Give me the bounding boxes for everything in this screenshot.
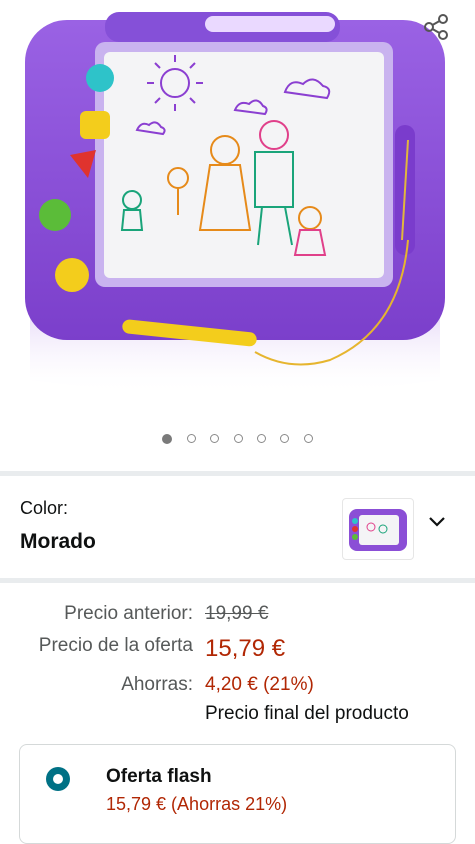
savings-value: 4,20 € (21%) bbox=[205, 674, 314, 695]
carousel-dot[interactable] bbox=[233, 434, 243, 444]
offer-price-row: Precio de la oferta 15,79 € bbox=[0, 635, 475, 669]
product-image bbox=[25, 12, 445, 395]
chevron-down-icon[interactable] bbox=[428, 515, 446, 529]
final-price-note: Precio final del producto bbox=[205, 703, 409, 724]
section-divider bbox=[0, 578, 475, 583]
share-icon[interactable] bbox=[421, 12, 451, 42]
flash-offer-option[interactable]: Oferta flash 15,79 € (Ahorras 21%) bbox=[19, 744, 456, 844]
savings-label: Ahorras: bbox=[121, 674, 193, 695]
color-variant-selector[interactable]: Color: Morado bbox=[0, 480, 475, 578]
section-divider bbox=[0, 471, 475, 476]
offer-subtitle: 15,79 € (Ahorras 21%) bbox=[106, 794, 288, 814]
color-label: Color: bbox=[20, 498, 69, 518]
carousel-dot[interactable] bbox=[256, 434, 266, 444]
previous-price-label: Precio anterior: bbox=[64, 603, 193, 624]
offer-price-label: Precio de la oferta bbox=[38, 635, 193, 656]
radio-selected-icon[interactable] bbox=[46, 767, 70, 791]
carousel-dot[interactable] bbox=[162, 433, 173, 444]
previous-price-row: Precio anterior: 19,99 € bbox=[0, 603, 475, 637]
color-swatch-thumbnail[interactable] bbox=[342, 498, 414, 560]
offer-title: Oferta flash bbox=[106, 766, 212, 787]
carousel-indicator[interactable] bbox=[0, 430, 475, 448]
carousel-dot[interactable] bbox=[303, 434, 313, 444]
product-image-carousel[interactable] bbox=[0, 0, 475, 410]
previous-price-value: 19,99 € bbox=[205, 603, 269, 624]
carousel-dot[interactable] bbox=[186, 434, 196, 444]
offer-price-value: 15,79 € bbox=[205, 635, 286, 662]
carousel-dot[interactable] bbox=[210, 434, 220, 444]
color-value: Morado bbox=[20, 530, 96, 553]
carousel-dot[interactable] bbox=[280, 434, 290, 444]
